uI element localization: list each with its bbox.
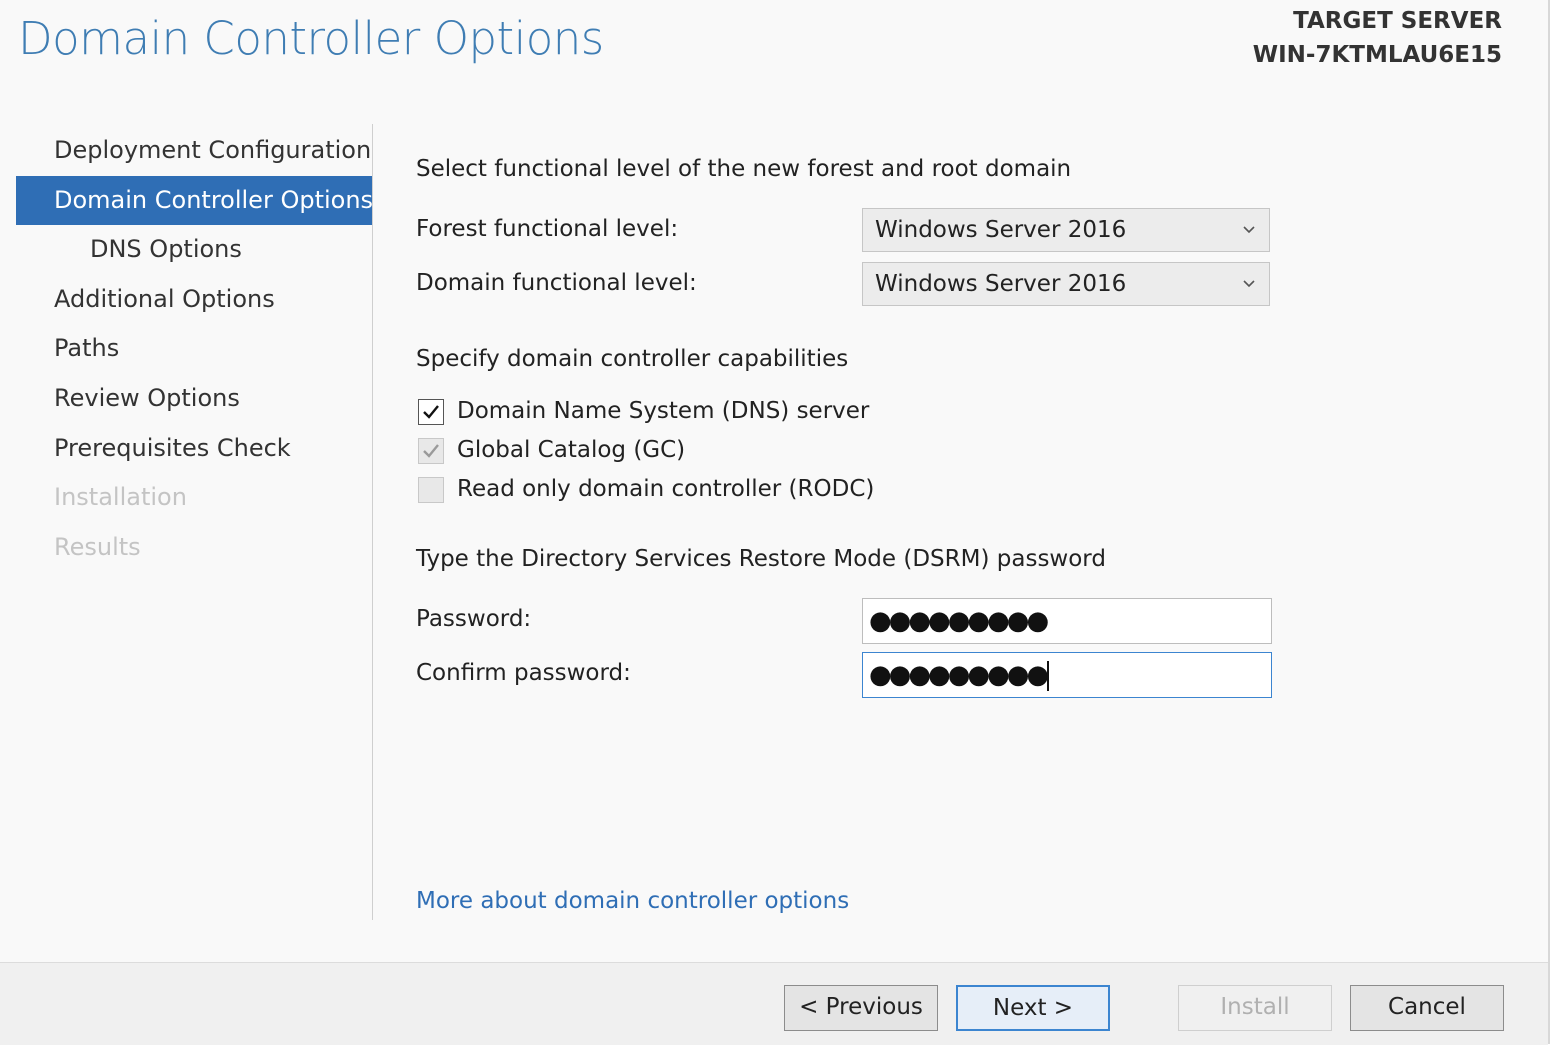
domain-level-label: Domain functional level: bbox=[416, 270, 697, 296]
nav-divider bbox=[372, 124, 373, 920]
confirm-password-mask: ●●●●●●●●● bbox=[869, 660, 1049, 690]
capabilities-section-title: Specify domain controller capabilities bbox=[416, 346, 849, 372]
global-catalog-label: Global Catalog (GC) bbox=[457, 437, 686, 463]
nav-item-installation: Installation bbox=[54, 483, 187, 512]
dns-server-label: Domain Name System (DNS) server bbox=[457, 398, 870, 424]
checkmark-icon bbox=[423, 444, 439, 458]
confirm-password-label: Confirm password: bbox=[416, 660, 631, 686]
more-about-dc-options-link[interactable]: More about domain controller options bbox=[416, 888, 849, 914]
dns-server-checkbox[interactable] bbox=[418, 399, 444, 425]
forest-level-select[interactable]: Windows Server 2016 bbox=[862, 208, 1270, 252]
confirm-password-input[interactable]: ●●●●●●●●● bbox=[862, 652, 1272, 698]
nav-item-deployment-configuration[interactable]: Deployment Configuration bbox=[16, 126, 372, 176]
domain-level-value: Windows Server 2016 bbox=[875, 271, 1127, 297]
checkmark-icon bbox=[423, 405, 439, 419]
nav-item-additional-options[interactable]: Additional Options bbox=[16, 275, 372, 325]
target-server-name: WIN-7KTMLAU6E15 bbox=[1252, 42, 1502, 68]
dsrm-section-title: Type the Directory Services Restore Mode… bbox=[416, 546, 1106, 572]
nav-item-review-options[interactable]: Review Options bbox=[16, 374, 372, 424]
rodc-label: Read only domain controller (RODC) bbox=[457, 476, 875, 502]
forest-level-label: Forest functional level: bbox=[416, 216, 679, 242]
functional-level-section-title: Select functional level of the new fores… bbox=[416, 156, 1072, 182]
wizard-nav: Deployment Configuration Domain Controll… bbox=[16, 126, 372, 572]
password-mask: ●●●●●●●●● bbox=[869, 606, 1049, 636]
previous-button[interactable]: < Previous bbox=[784, 985, 938, 1031]
wizard-footer: < Previous Next > Install Cancel bbox=[0, 962, 1548, 1045]
nav-item-dns-options[interactable]: DNS Options bbox=[16, 225, 372, 275]
target-server-label: TARGET SERVER bbox=[1293, 8, 1502, 34]
cancel-button[interactable]: Cancel bbox=[1350, 985, 1504, 1031]
rodc-checkbox bbox=[418, 477, 444, 503]
chevron-down-icon bbox=[1243, 263, 1255, 303]
nav-item-domain-controller-options[interactable]: Domain Controller Options bbox=[16, 175, 372, 226]
chevron-down-icon bbox=[1243, 209, 1255, 249]
nav-item-results: Results bbox=[54, 532, 141, 561]
nav-item-paths[interactable]: Paths bbox=[16, 324, 372, 374]
nav-item-prerequisites-check[interactable]: Prerequisites Check bbox=[16, 424, 372, 474]
password-input[interactable]: ●●●●●●●●● bbox=[862, 598, 1272, 644]
forest-level-value: Windows Server 2016 bbox=[875, 217, 1127, 243]
global-catalog-checkbox bbox=[418, 438, 444, 464]
password-label: Password: bbox=[416, 606, 532, 632]
wizard-window: Domain Controller Options TARGET SERVER … bbox=[0, 0, 1550, 1045]
next-button[interactable]: Next > bbox=[956, 985, 1110, 1031]
text-caret bbox=[1047, 660, 1050, 691]
domain-level-select[interactable]: Windows Server 2016 bbox=[862, 262, 1270, 306]
page-title: Domain Controller Options bbox=[18, 12, 604, 65]
install-button: Install bbox=[1178, 985, 1332, 1031]
